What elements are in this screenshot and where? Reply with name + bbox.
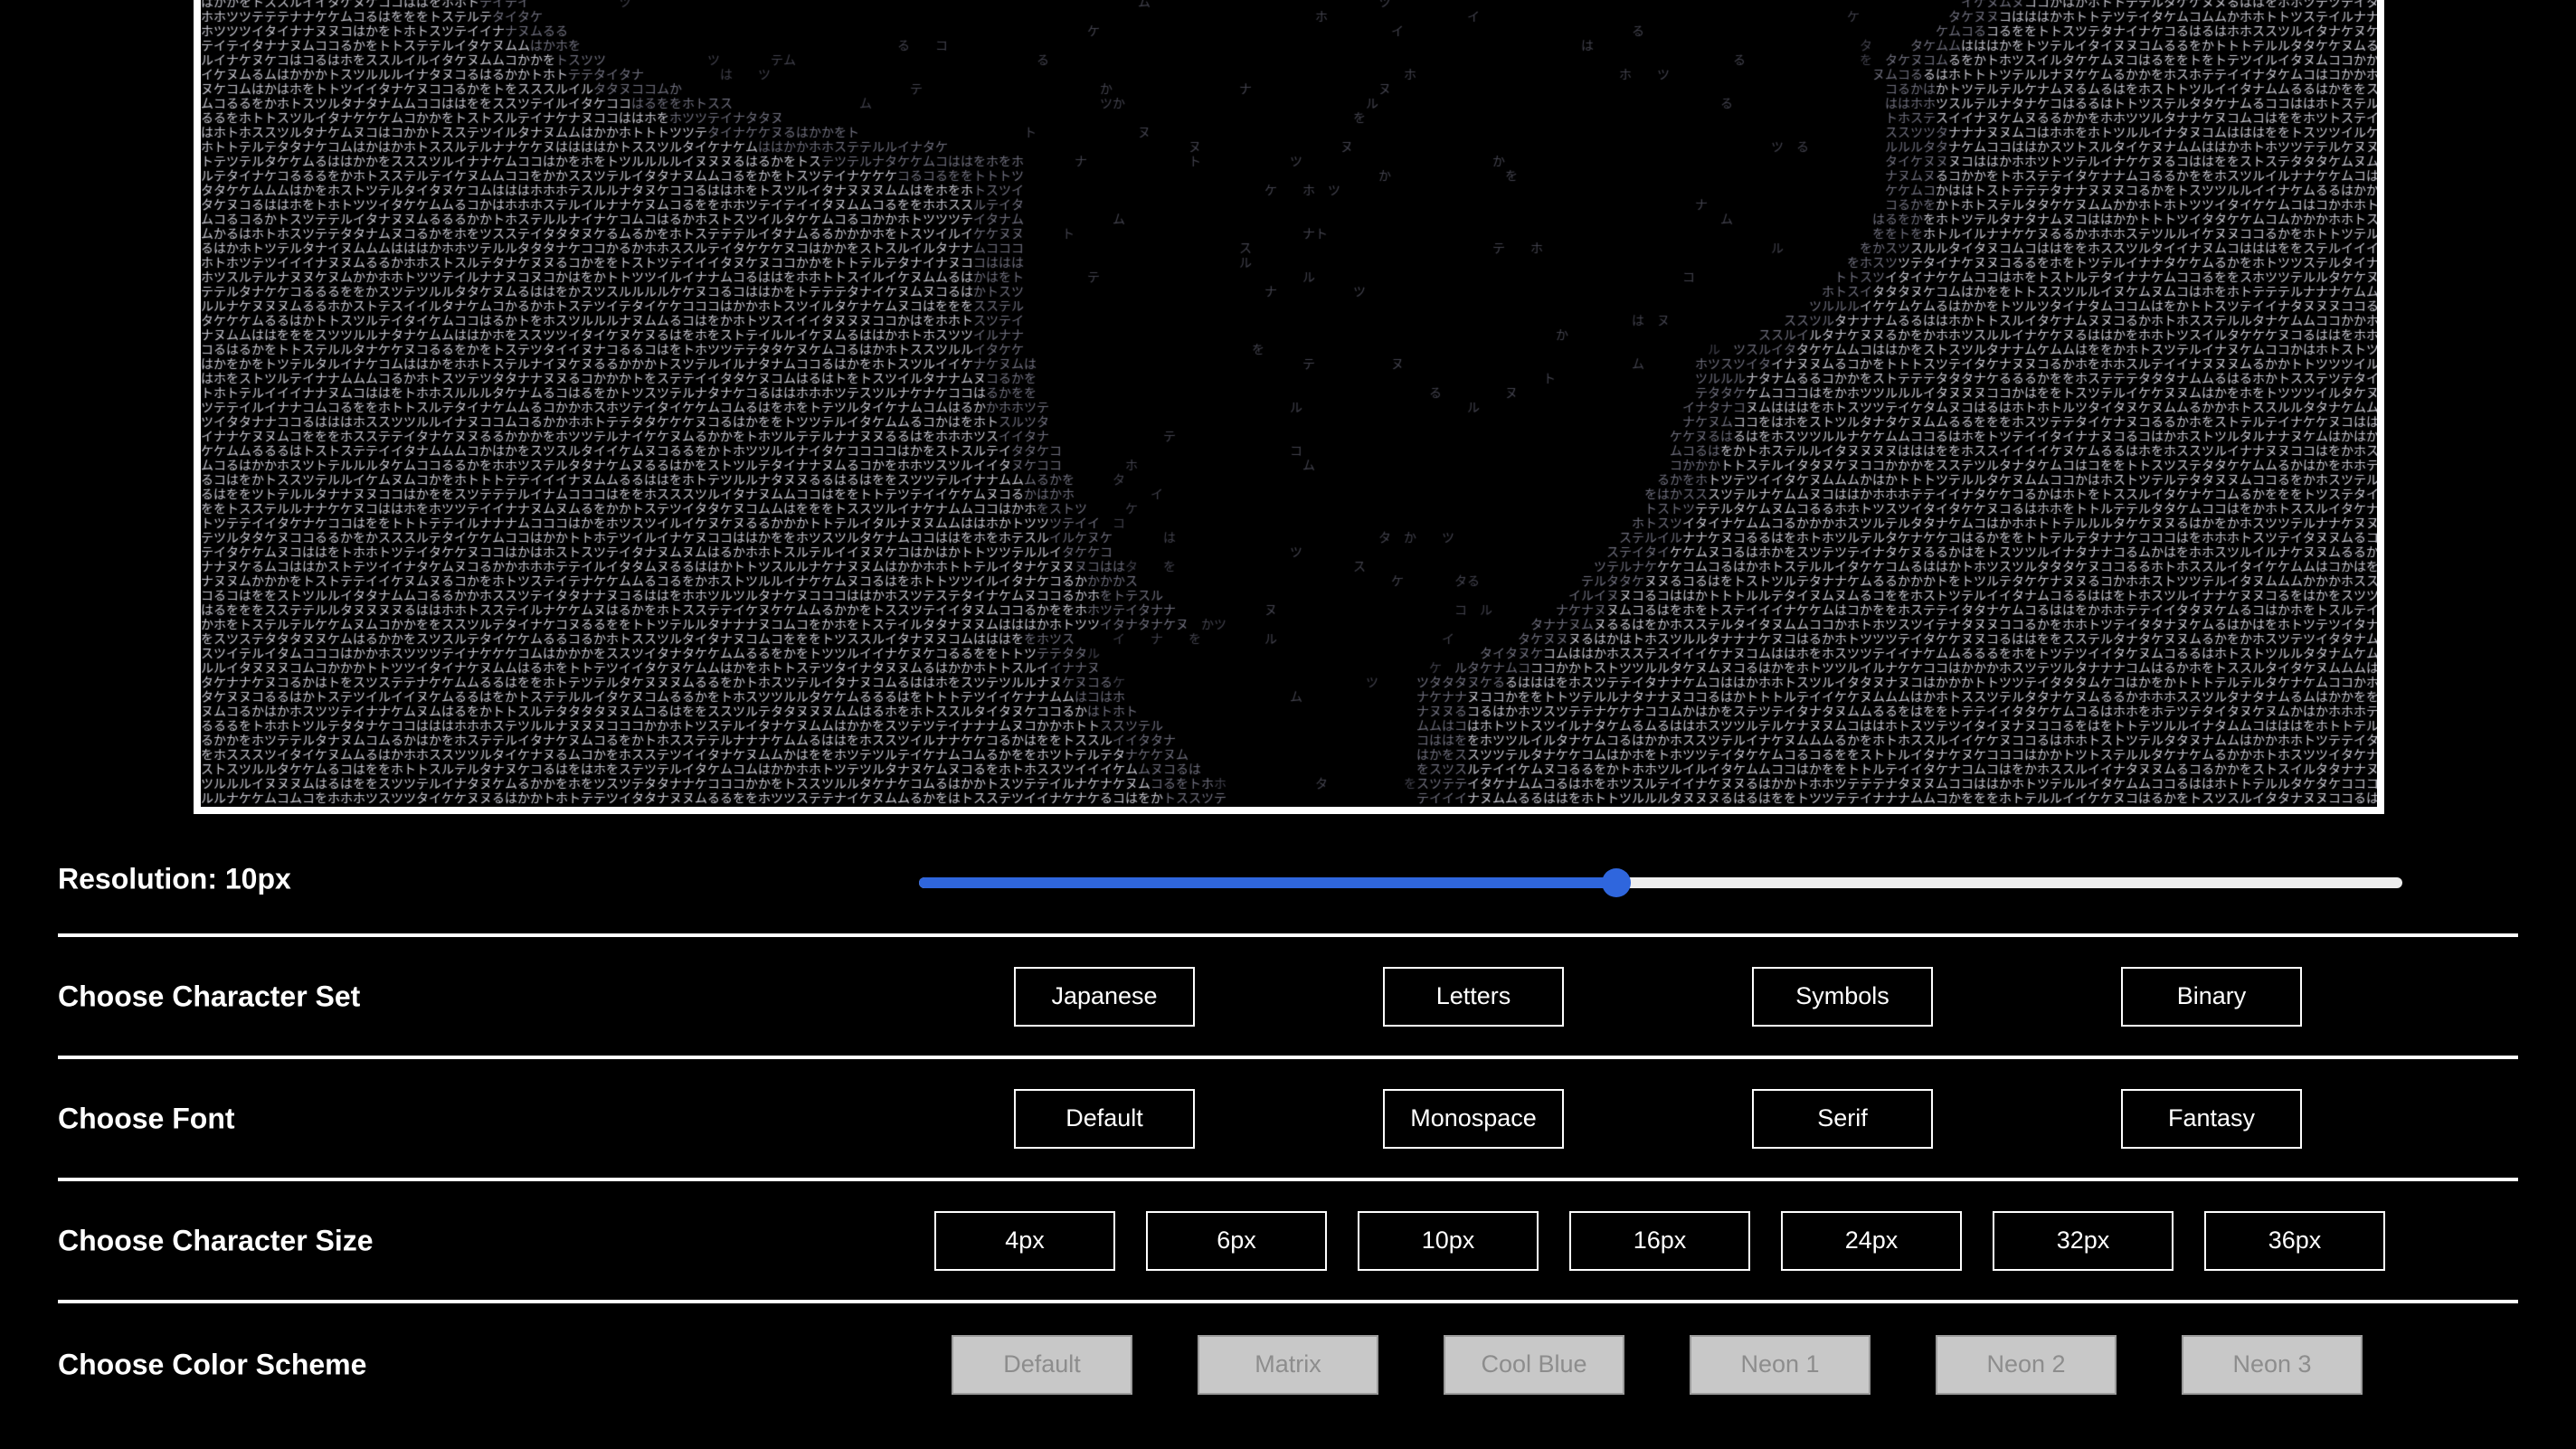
slider-track[interactable] (919, 877, 2402, 888)
charset-binary-button[interactable]: Binary (2121, 966, 2302, 1027)
size-6px-button[interactable]: 6px (1146, 1210, 1327, 1271)
color-scheme-options: Default Matrix Cool Blue Neon 1 Neon 2 N… (952, 1334, 2363, 1395)
font-default-button[interactable]: Default (1014, 1088, 1195, 1149)
color-scheme-label: Choose Color Scheme (58, 1348, 367, 1380)
color-neon-3-button[interactable]: Neon 3 (2182, 1334, 2363, 1395)
ascii-preview-frame (194, 0, 2384, 814)
character-size-label: Choose Character Size (58, 1224, 374, 1256)
resolution-label: Resolution: 10px (58, 862, 291, 895)
font-options: Default Monospace Serif Fantasy (1014, 1088, 2302, 1149)
resolution-row: Resolution: 10px (58, 825, 2518, 937)
color-matrix-button[interactable]: Matrix (1198, 1334, 1378, 1395)
charset-letters-button[interactable]: Letters (1383, 966, 1564, 1027)
color-default-button[interactable]: Default (952, 1334, 1132, 1395)
character-set-row: Choose Character Set Japanese Letters Sy… (58, 937, 2518, 1059)
color-neon-2-button[interactable]: Neon 2 (1936, 1334, 2117, 1395)
size-4px-button[interactable]: 4px (934, 1210, 1115, 1271)
slider-thumb[interactable] (1601, 868, 1631, 897)
color-scheme-row: Choose Color Scheme Default Matrix Cool … (58, 1303, 2518, 1425)
font-label: Choose Font (58, 1102, 235, 1134)
color-neon-1-button[interactable]: Neon 1 (1690, 1334, 1870, 1395)
slider-fill (919, 877, 1616, 888)
size-10px-button[interactable]: 10px (1358, 1210, 1539, 1271)
color-cool-blue-button[interactable]: Cool Blue (1444, 1334, 1624, 1395)
character-set-options: Japanese Letters Symbols Binary (1014, 966, 2302, 1027)
font-serif-button[interactable]: Serif (1752, 1088, 1933, 1149)
charset-symbols-button[interactable]: Symbols (1752, 966, 1933, 1027)
character-size-options: 4px 6px 10px 16px 24px 32px 36px (934, 1210, 2385, 1271)
resolution-slider[interactable] (919, 863, 2402, 899)
character-size-row: Choose Character Size 4px 6px 10px 16px … (58, 1181, 2518, 1303)
font-monospace-button[interactable]: Monospace (1383, 1088, 1564, 1149)
size-32px-button[interactable]: 32px (1993, 1210, 2174, 1271)
size-24px-button[interactable]: 24px (1781, 1210, 1962, 1271)
size-36px-button[interactable]: 36px (2204, 1210, 2385, 1271)
font-row: Choose Font Default Monospace Serif Fant… (58, 1059, 2518, 1181)
size-16px-button[interactable]: 16px (1569, 1210, 1750, 1271)
font-fantasy-button[interactable]: Fantasy (2121, 1088, 2302, 1149)
charset-japanese-button[interactable]: Japanese (1014, 966, 1195, 1027)
ascii-art-canvas (201, 0, 2377, 807)
character-set-label: Choose Character Set (58, 980, 361, 1012)
controls-panel: Resolution: 10px Choose Character Set Ja… (58, 825, 2518, 1425)
